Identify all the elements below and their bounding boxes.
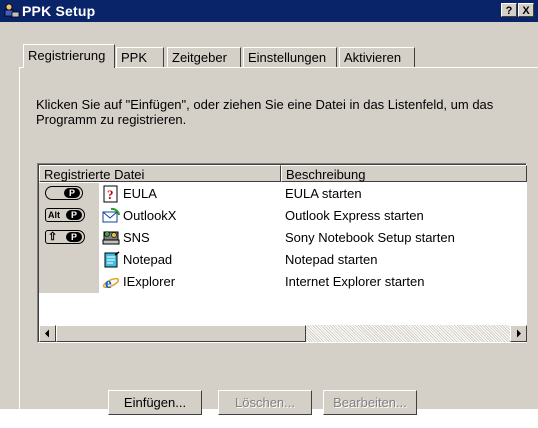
shortcut-cell (39, 249, 99, 271)
file-description: Outlook Express starten (285, 208, 424, 223)
window-title: PPK Setup (22, 3, 96, 19)
scroll-left-button[interactable] (39, 325, 56, 342)
file-description: EULA starten (285, 186, 362, 201)
ppk-setup-window: PPK Setup ? X Registrierung PPK Zeitgebe… (0, 0, 538, 428)
column-header-file[interactable]: Registrierte Datei (39, 165, 281, 182)
key-p-icon: P (45, 186, 83, 200)
close-button[interactable]: X (518, 3, 534, 17)
delete-button[interactable]: Löschen... (218, 390, 312, 415)
arrow-left-icon (45, 329, 49, 338)
scroll-right-button[interactable] (510, 325, 527, 342)
shortcut-cell: Alt P (39, 205, 99, 227)
tab-aktivieren[interactable]: Aktivieren (339, 47, 415, 67)
scrollbar-thumb[interactable] (56, 325, 306, 342)
list-item[interactable]: ⇧ P SNS Sony Notebook Setup starten (39, 227, 527, 249)
tab-zeitgeber[interactable]: Zeitgeber (167, 47, 241, 67)
shortcut-cell: P (39, 183, 99, 205)
shortcut-cell: ⇧ P (39, 227, 99, 249)
file-description: Notepad starten (285, 252, 378, 267)
file-name: OutlookX (123, 208, 177, 223)
shortcut-cell (39, 271, 99, 293)
horizontal-scrollbar[interactable] (39, 325, 527, 342)
file-name: EULA (123, 186, 157, 201)
help-file-icon: ? (103, 185, 118, 203)
notepad-icon (104, 251, 120, 268)
tab-registrierung[interactable]: Registrierung (23, 44, 115, 68)
list-item[interactable]: P ? EULA EULA starten (39, 183, 527, 205)
column-header-description[interactable]: Beschreibung (281, 165, 527, 182)
key-shift-p-icon: ⇧ P (45, 230, 85, 244)
svg-text:e: e (105, 276, 112, 291)
tab-ppk[interactable]: PPK (116, 47, 164, 67)
registered-files-list[interactable]: Registrierte Datei Beschreibung P ? EULA… (37, 163, 527, 343)
list-item[interactable]: e IExplorer Internet Explorer starten (39, 271, 527, 293)
internet-explorer-icon: e (102, 276, 120, 291)
instruction-text: Klicken Sie auf "Einfügen", oder ziehen … (36, 97, 494, 127)
app-icon (4, 3, 20, 18)
file-description: Internet Explorer starten (285, 274, 425, 289)
title-bar[interactable]: PPK Setup ? X (0, 0, 538, 22)
file-description: Sony Notebook Setup starten (285, 230, 455, 245)
list-item[interactable]: Notepad Notepad starten (39, 249, 527, 271)
outlook-express-icon (102, 207, 120, 223)
file-name: Notepad (123, 252, 173, 267)
arrow-right-icon (517, 329, 521, 338)
help-button[interactable]: ? (501, 3, 517, 17)
sns-setup-icon (102, 231, 120, 245)
insert-button[interactable]: Einfügen... (108, 390, 202, 415)
file-name: SNS (123, 230, 150, 245)
svg-text:?: ? (107, 187, 114, 202)
list-item[interactable]: Alt P OutlookX Outlook Express starten (39, 205, 527, 227)
file-name: IExplorer (123, 274, 176, 289)
tab-einstellungen[interactable]: Einstellungen (243, 47, 337, 67)
key-alt-p-icon: Alt P (45, 208, 85, 222)
edit-button[interactable]: Bearbeiten... (323, 390, 417, 415)
